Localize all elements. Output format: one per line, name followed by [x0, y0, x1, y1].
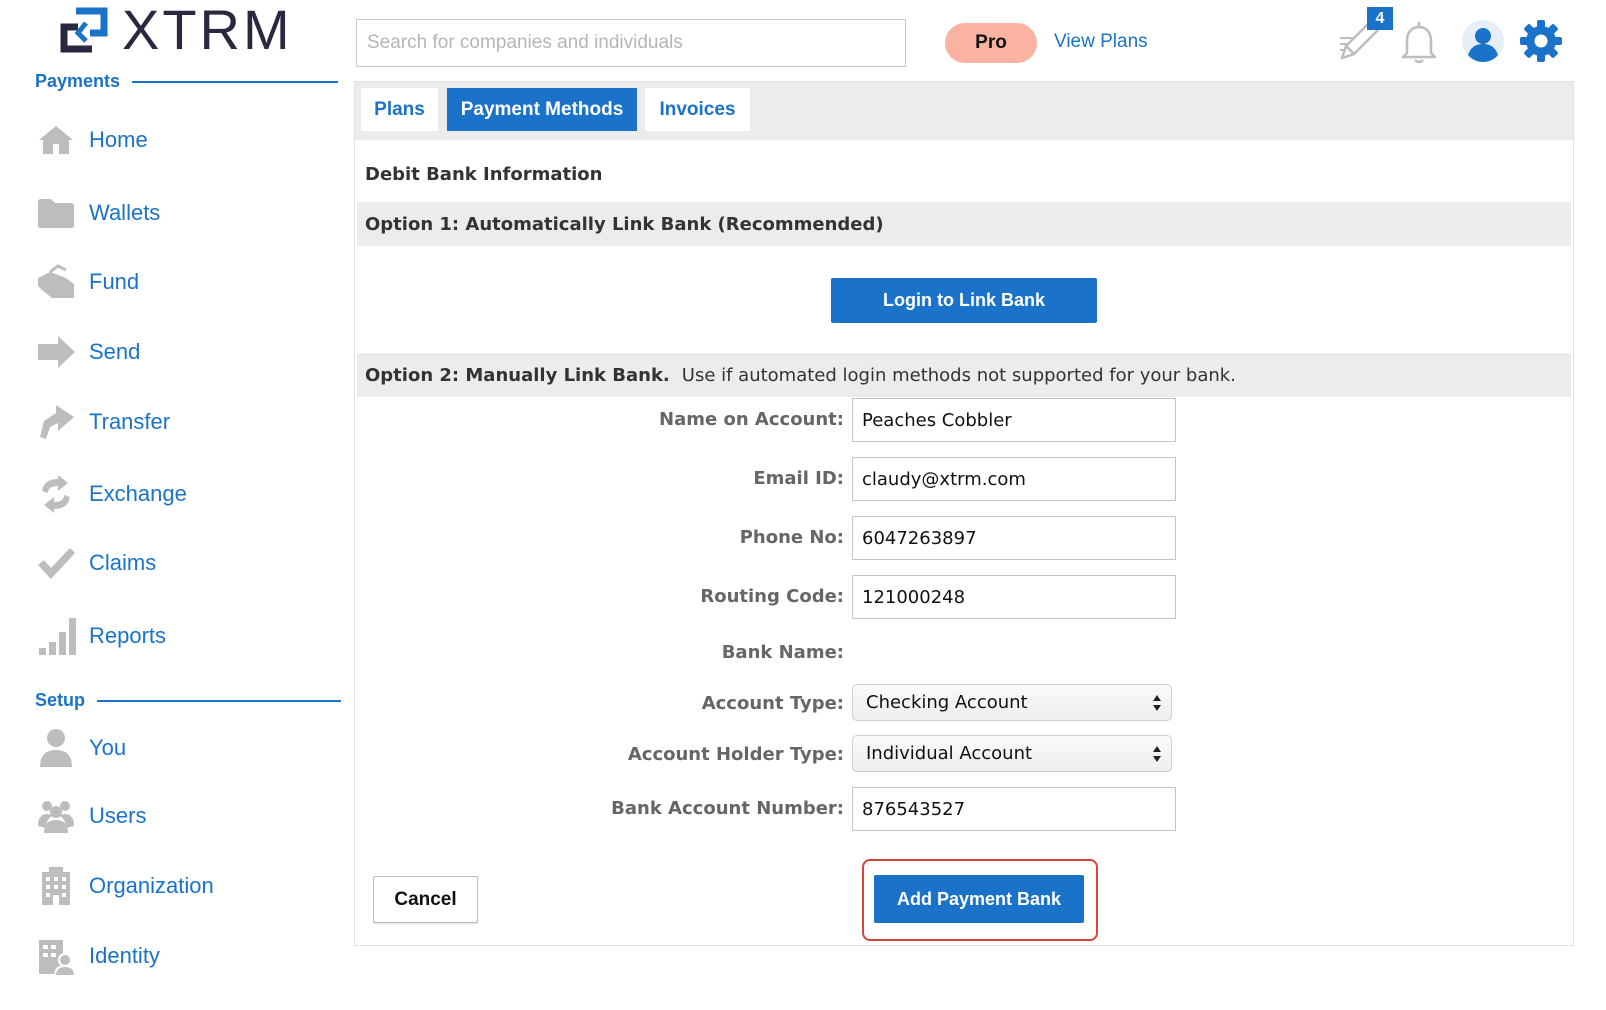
sidebar-item-label: Transfer	[89, 409, 171, 434]
sidebar-item-fund[interactable]: Fund	[35, 260, 139, 304]
account-type-label: Account Type:	[701, 693, 844, 714]
send-arrow-icon	[35, 332, 77, 372]
exchange-arrows-icon	[35, 474, 77, 514]
account-holder-type-label: Account Holder Type:	[627, 744, 844, 765]
account-type-select[interactable]: Checking Account	[852, 684, 1172, 721]
section-divider	[97, 699, 342, 702]
sidebar-item-exchange[interactable]: Exchange	[35, 472, 187, 516]
sidebar-item-identity[interactable]: Identity	[35, 934, 160, 978]
bank-account-number-label: Bank Account Number:	[611, 798, 844, 819]
bank-name-label: Bank Name:	[721, 642, 844, 663]
email-label: Email ID:	[753, 468, 844, 489]
notification-count-badge[interactable]: 4	[1367, 7, 1393, 30]
setup-heading-label: Setup	[35, 690, 86, 710]
tab-invoices[interactable]: Invoices	[645, 88, 750, 131]
xtrm-logo-icon	[60, 7, 108, 53]
home-icon	[35, 120, 77, 160]
payment-methods-panel: Plans Payment Methods Invoices Debit Ban…	[354, 81, 1574, 946]
sidebar-item-label: You	[89, 735, 127, 760]
option1-header: Option 1: Automatically Link Bank (Recom…	[357, 202, 1571, 246]
login-to-link-bank-button[interactable]: Login to Link Bank	[831, 278, 1097, 323]
sidebar-item-label: Send	[89, 339, 141, 364]
search-input[interactable]	[356, 19, 906, 67]
routing-code-label: Routing Code:	[700, 586, 844, 607]
account-holder-type-value: Individual Account	[866, 743, 1033, 764]
payments-heading-label: Payments	[35, 71, 121, 91]
sidebar-item-users[interactable]: Users	[35, 794, 146, 838]
sidebar-item-home[interactable]: Home	[35, 118, 148, 162]
payments-section-heading: Payments	[35, 71, 339, 92]
name-on-account-field[interactable]	[852, 398, 1176, 442]
sidebar-item-you[interactable]: You	[35, 726, 126, 770]
identity-icon	[35, 936, 77, 976]
view-plans-link[interactable]: View Plans	[1054, 31, 1148, 53]
add-payment-bank-button[interactable]: Add Payment Bank	[874, 875, 1084, 923]
building-icon	[35, 866, 77, 906]
bell-icon[interactable]	[1396, 18, 1442, 66]
email-field[interactable]	[852, 457, 1176, 501]
sidebar-item-label: Claims	[89, 550, 157, 575]
user-avatar-icon[interactable]	[1460, 18, 1506, 64]
account-type-value: Checking Account	[866, 692, 1028, 713]
sidebar-item-label: Organization	[89, 873, 214, 898]
account-holder-type-select[interactable]: Individual Account	[852, 735, 1172, 772]
option1-title: Option 1: Automatically Link Bank (Recom…	[365, 213, 884, 235]
tab-bar: Plans Payment Methods Invoices	[355, 82, 1573, 140]
transfer-arrow-icon	[35, 402, 77, 442]
routing-code-field[interactable]	[852, 575, 1176, 619]
sidebar-item-reports[interactable]: Reports	[35, 614, 166, 658]
select-arrows-icon	[1153, 695, 1161, 711]
person-icon	[35, 728, 77, 768]
sidebar-item-label: Users	[89, 803, 147, 828]
phone-label: Phone No:	[739, 527, 844, 548]
option2-title: Option 2: Manually Link Bank.	[365, 364, 670, 386]
sidebar-item-label: Reports	[89, 623, 167, 648]
option2-note: Use if automated login methods not suppo…	[681, 364, 1236, 386]
tab-plans[interactable]: Plans	[361, 88, 438, 131]
sidebar-item-label: Exchange	[89, 481, 187, 506]
bar-chart-icon	[35, 616, 77, 656]
sidebar-item-label: Wallets	[89, 200, 161, 225]
brand-name: XTRM	[122, 0, 293, 61]
plan-badge[interactable]: Pro	[945, 23, 1037, 63]
bank-account-number-field[interactable]	[852, 787, 1176, 831]
users-group-icon	[35, 796, 77, 836]
sidebar-item-organization[interactable]: Organization	[35, 864, 214, 908]
section-divider	[132, 80, 339, 83]
checkmark-icon	[35, 543, 77, 583]
name-on-account-label: Name on Account:	[659, 409, 844, 430]
sidebar-item-label: Fund	[89, 269, 140, 294]
sidebar-item-transfer[interactable]: Transfer	[35, 400, 170, 444]
sidebar-item-wallets[interactable]: Wallets	[35, 191, 160, 235]
tab-payment-methods[interactable]: Payment Methods	[447, 88, 637, 131]
select-arrows-icon	[1153, 746, 1161, 762]
sidebar-item-label: Home	[89, 127, 148, 152]
xtrm-logo[interactable]: XTRM	[56, 2, 293, 58]
section-title: Debit Bank Information	[365, 164, 603, 185]
sidebar-item-send[interactable]: Send	[35, 330, 140, 374]
folder-icon	[35, 193, 77, 233]
sidebar-item-label: Identity	[89, 943, 160, 968]
sidebar-item-claims[interactable]: Claims	[35, 541, 156, 585]
setup-section-heading: Setup	[35, 690, 342, 711]
fund-hand-icon	[35, 262, 77, 302]
gear-icon[interactable]	[1518, 18, 1564, 64]
phone-field[interactable]	[852, 516, 1176, 560]
option2-header: Option 2: Manually Link Bank. Use if aut…	[357, 353, 1571, 397]
cancel-button[interactable]: Cancel	[373, 876, 478, 923]
